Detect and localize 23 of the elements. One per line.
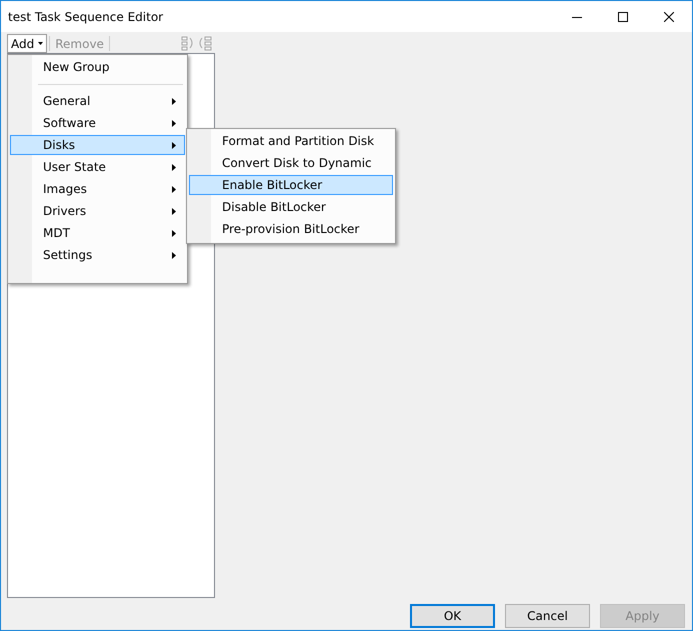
menu-item[interactable]: Software: [10, 113, 185, 133]
caret-icon: [38, 42, 44, 45]
move-up-icon[interactable]: [181, 36, 195, 51]
window-title: test Task Sequence Editor: [8, 10, 164, 24]
dialog-button[interactable]: Cancel: [505, 604, 590, 628]
menu-item[interactable]: New Group: [10, 57, 185, 77]
menu-item[interactable]: User State: [10, 157, 185, 177]
add-dropdown-button[interactable]: Add: [7, 34, 48, 53]
menu-item[interactable]: Enable BitLocker: [189, 175, 393, 195]
dialog-button[interactable]: OK: [410, 604, 495, 628]
menu-item[interactable]: General: [10, 91, 185, 111]
menu-item[interactable]: Disks: [10, 135, 185, 155]
close-icon: [664, 12, 674, 22]
maximize-icon: [618, 12, 628, 22]
move-down-icon[interactable]: [197, 36, 213, 51]
menu-item[interactable]: Format and Partition Disk: [189, 131, 393, 151]
menu-item[interactable]: Convert Disk to Dynamic: [189, 153, 393, 173]
menu-item[interactable]: Settings: [10, 245, 185, 265]
menu-item[interactable]: Pre-provision BitLocker: [189, 219, 393, 239]
menu-item[interactable]: Drivers: [10, 201, 185, 221]
menu-item[interactable]: MDT: [10, 223, 185, 243]
menu-item[interactable]: Images: [10, 179, 185, 199]
menu-item[interactable]: Disable BitLocker: [189, 197, 393, 217]
